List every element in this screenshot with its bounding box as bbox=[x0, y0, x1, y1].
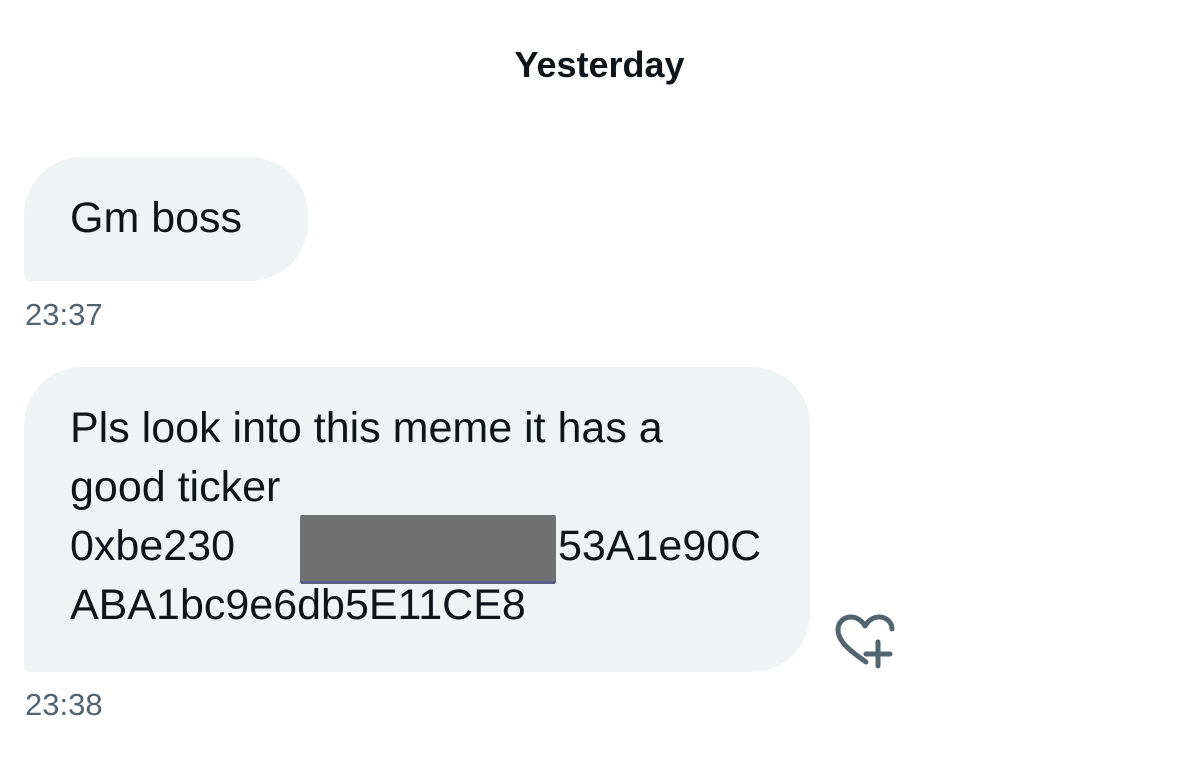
message-text: Pls look into this meme it has a bbox=[70, 404, 663, 452]
message-timestamp: 23:37 bbox=[25, 297, 103, 332]
redaction-box bbox=[300, 515, 556, 584]
message-bubble[interactable]: Pls look into this meme it has a good ti… bbox=[24, 367, 810, 672]
message-bubble[interactable]: Gm boss bbox=[24, 157, 308, 281]
contract-address-line: 0xbe230 53A1e90C bbox=[70, 515, 780, 584]
heart-plus-icon bbox=[835, 614, 895, 669]
address-suffix: 53A1e90C bbox=[558, 522, 762, 570]
address-prefix: 0xbe230 bbox=[70, 522, 235, 570]
message-text: good ticker bbox=[70, 463, 281, 511]
add-reaction-button[interactable] bbox=[832, 612, 898, 670]
message-timestamp: 23:38 bbox=[25, 687, 103, 722]
message-text: ABA1bc9e6db5E11CE8 bbox=[70, 581, 526, 629]
date-separator: Yesterday bbox=[514, 44, 685, 85]
message-text: Gm boss bbox=[70, 194, 243, 242]
